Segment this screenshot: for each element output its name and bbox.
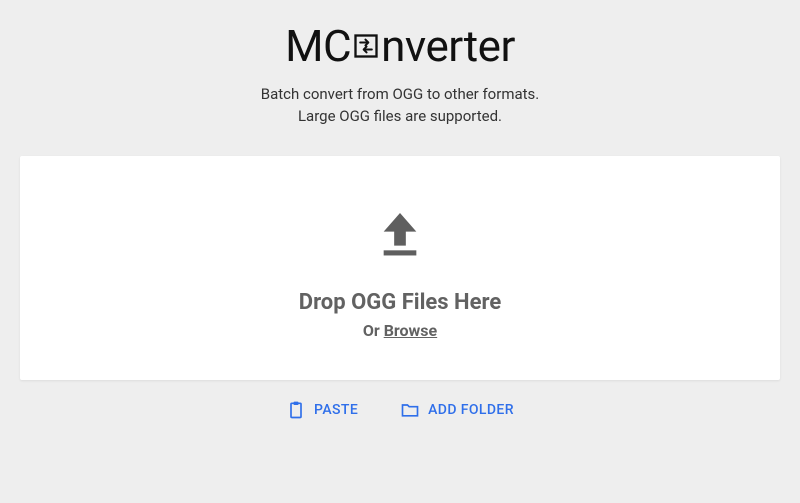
- browse-link[interactable]: Browse: [384, 321, 437, 340]
- subtitle-line-1: Batch convert from OGG to other formats.: [261, 84, 539, 106]
- folder-icon: [400, 400, 420, 420]
- logo-text-left: MC: [285, 20, 351, 72]
- page-subtitle: Batch convert from OGG to other formats.…: [261, 84, 539, 128]
- brand-logo: MC nverter: [285, 20, 515, 72]
- dropzone-subtitle: Or Browse: [363, 321, 437, 340]
- upload-icon: [372, 206, 428, 266]
- clipboard-icon: [286, 400, 306, 420]
- logo-text-right: nverter: [381, 20, 515, 72]
- add-folder-button[interactable]: ADD FOLDER: [400, 400, 514, 420]
- add-folder-label: ADD FOLDER: [428, 402, 514, 418]
- subtitle-line-2: Large OGG files are supported.: [261, 106, 539, 128]
- paste-button[interactable]: PASTE: [286, 400, 358, 420]
- dropzone-title: Drop OGG Files Here: [299, 290, 501, 315]
- dropzone-or-text: Or: [363, 321, 384, 340]
- paste-label: PASTE: [314, 402, 358, 418]
- dropzone-card[interactable]: Drop OGG Files Here Or Browse: [20, 156, 780, 380]
- convert-arrows-icon: [352, 32, 380, 60]
- action-bar: PASTE ADD FOLDER: [286, 400, 514, 420]
